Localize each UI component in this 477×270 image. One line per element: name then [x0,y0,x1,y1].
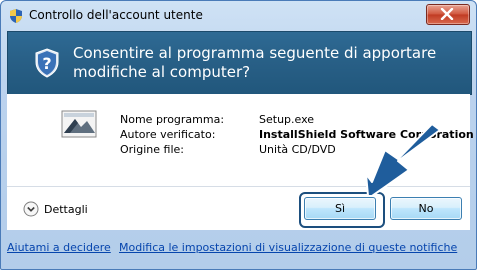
close-button[interactable] [426,4,470,25]
question-shield-icon: ? [34,48,60,78]
detail-values: Setup.exe InstallShield Software Corpora… [259,112,474,157]
value-file-origin: Unità CD/DVD [259,143,336,156]
label-verified-publisher: Autore verificato: [120,128,216,141]
value-program-name: Setup.exe [259,113,315,126]
label-program-name: Nome programma: [120,113,225,126]
close-icon [440,8,454,20]
prompt-header: ? Consentire al programma seguente di ap… [7,31,472,95]
window-title: Controllo dell'account utente [29,8,203,22]
details-label: Dettagli [44,202,88,216]
notification-settings-link[interactable]: Modifica le impostazioni di visualizzazi… [119,241,457,254]
uac-shield-icon [8,8,24,24]
button-bar: Dettagli Sì No [7,186,470,230]
details-toggle[interactable]: Dettagli [23,200,88,218]
label-file-origin: Origine file: [120,143,184,156]
chevron-down-icon [23,201,39,217]
detail-labels: Nome programma: Autore verificato: Origi… [120,112,224,157]
program-details: Nome programma: Autore verificato: Origi… [7,94,474,186]
footer-links: Aiutami a decidere Modifica le impostazi… [1,230,476,269]
no-button[interactable]: No [390,197,462,220]
help-decide-link[interactable]: Aiutami a decidere [7,241,111,254]
value-verified-publisher: InstallShield Software Corporation [259,128,474,141]
prompt-message: Consentire al programma seguente di appo… [73,44,437,81]
program-icon [61,109,97,139]
yes-button[interactable]: Sì [304,197,376,220]
uac-dialog: Controllo dell'account utente ? Consenti… [0,0,477,270]
title-bar: Controllo dell'account utente [1,1,476,31]
svg-text:?: ? [42,54,51,73]
